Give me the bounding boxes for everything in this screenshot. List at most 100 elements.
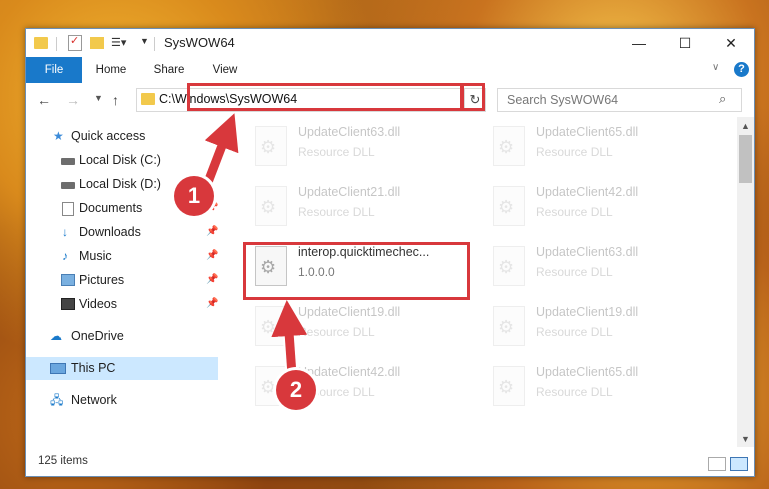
close-button[interactable]: ✕ <box>708 29 754 57</box>
minimize-button[interactable]: — <box>616 29 662 57</box>
forward-button[interactable]: → <box>66 92 80 108</box>
file-name: UpdateClient63.dll <box>298 125 401 139</box>
tab-file[interactable]: File <box>26 57 82 83</box>
list-item[interactable]: UpdateClient21.dll Resource DLL <box>246 181 476 233</box>
file-type: Resource DLL <box>536 385 613 399</box>
back-button[interactable]: ← <box>37 92 51 108</box>
status-bar: 125 items <box>26 447 754 476</box>
list-item[interactable]: UpdateClient65.dll Resource DLL <box>484 361 714 413</box>
list-item[interactable]: UpdateClient42.dll Resource DLL <box>484 181 714 233</box>
file-name: UpdateClient65.dll <box>536 365 639 379</box>
file-name: UpdateClient65.dll <box>536 125 639 139</box>
scroll-down-icon[interactable]: ▼ <box>741 434 750 444</box>
search-placeholder: Search SysWOW64 <box>507 93 619 107</box>
sidebar-item-pictures[interactable]: Pictures 📌 <box>26 269 218 292</box>
large-icons-view-icon[interactable] <box>730 457 748 471</box>
sidebar-item-label: Quick access <box>71 129 146 143</box>
step-2-badge: 2 <box>276 370 316 410</box>
window-title: SysWOW64 <box>164 35 235 50</box>
pin-icon[interactable]: 📌 <box>206 226 218 237</box>
sidebar-item-label: Local Disk (C:) <box>79 153 161 167</box>
file-name: UpdateClient21.dll <box>298 185 401 199</box>
disk-icon <box>61 182 75 189</box>
file-name: UpdateClient63.dll <box>536 245 639 259</box>
address-highlight-box <box>187 83 463 111</box>
sidebar-item-videos[interactable]: Videos 📌 <box>26 293 218 316</box>
divider <box>154 37 155 51</box>
step-1-badge: 1 <box>174 176 214 216</box>
sidebar-item-this-pc[interactable]: This PC <box>26 357 218 380</box>
list-item[interactable]: UpdateClient65.dll Resource DLL <box>484 121 714 173</box>
tab-view[interactable]: View <box>202 57 248 83</box>
download-icon: ↓ <box>62 225 68 239</box>
file-name: UpdateClient42.dll <box>536 185 639 199</box>
list-item[interactable]: UpdateClient63.dll Resource DLL <box>246 121 476 173</box>
sidebar-item-label: This PC <box>71 361 116 375</box>
sidebar-item-network[interactable]: 🖧 Network <box>26 389 218 412</box>
list-item[interactable]: UpdateClient63.dll Resource DLL <box>484 241 714 293</box>
pin-icon[interactable]: 📌 <box>206 250 218 261</box>
cloud-icon: ☁ <box>50 329 62 343</box>
sidebar-item-quick-access[interactable]: ★ Quick access <box>26 125 218 148</box>
sidebar-item-local-disk-c[interactable]: Local Disk (C:) <box>26 149 218 172</box>
videos-icon <box>61 298 75 310</box>
new-folder-icon[interactable] <box>90 37 104 49</box>
list-item[interactable]: UpdateClient19.dll Resource DLL <box>484 301 714 353</box>
documents-icon <box>62 202 74 216</box>
up-button[interactable]: ↑ <box>112 92 119 108</box>
computer-icon <box>50 363 66 374</box>
properties-icon[interactable] <box>68 34 82 51</box>
pin-icon[interactable]: 📌 <box>206 274 218 285</box>
folder-icon[interactable] <box>34 37 48 49</box>
pictures-icon <box>61 274 75 286</box>
list-item[interactable]: UpdateClient19.dll Resource DLL <box>246 301 476 353</box>
help-icon[interactable]: ? <box>734 62 749 77</box>
file-type: Resource DLL <box>298 145 375 159</box>
file-name: UpdateClient19.dll <box>536 305 639 319</box>
search-input[interactable]: Search SysWOW64 ⌕ <box>497 88 742 112</box>
scroll-up-icon[interactable]: ▲ <box>741 121 750 131</box>
expand-ribbon-icon[interactable]: ∨ <box>712 62 719 73</box>
star-icon: ★ <box>53 129 64 143</box>
quick-access-dropdown-icon[interactable]: ▼ <box>140 36 149 52</box>
dll-file-icon <box>255 306 287 346</box>
maximize-button[interactable]: ☐ <box>662 29 708 57</box>
tab-share[interactable]: Share <box>144 57 194 83</box>
sidebar-item-label: Pictures <box>79 273 125 287</box>
file-type: Resource DLL <box>536 145 613 159</box>
dll-file-icon <box>493 366 525 406</box>
view-menu-icon[interactable]: ☰▾ <box>111 36 126 52</box>
tab-home[interactable]: Home <box>86 57 136 83</box>
search-icon[interactable]: ⌕ <box>719 91 726 107</box>
music-icon: ♪ <box>62 249 68 263</box>
disk-icon <box>61 158 75 165</box>
file-type: Resource DLL <box>536 325 613 339</box>
recent-locations-icon[interactable]: ▼ <box>94 93 103 103</box>
refresh-highlight-box <box>461 83 485 111</box>
scrollbar-thumb[interactable] <box>739 135 752 183</box>
sidebar-item-label: Videos <box>79 297 117 311</box>
dll-file-icon <box>255 126 287 166</box>
dll-file-icon <box>493 126 525 166</box>
sidebar-item-music[interactable]: ♪ Music 📌 <box>26 245 218 268</box>
file-type: Resource DLL <box>536 205 613 219</box>
title-bar: ☰▾ ▼ SysWOW64 — ☐ ✕ <box>26 29 754 57</box>
details-view-icon[interactable] <box>708 457 726 471</box>
vertical-scrollbar[interactable]: ▲ ▼ <box>737 117 754 447</box>
sidebar-item-label: Documents <box>79 201 143 215</box>
file-type: Resource DLL <box>298 325 375 339</box>
sidebar-item-label: Music <box>79 249 112 263</box>
pin-icon[interactable]: 📌 <box>206 298 218 309</box>
sidebar-item-label: Downloads <box>79 225 141 239</box>
file-type: Resource DLL <box>536 265 613 279</box>
dll-file-icon <box>493 186 525 226</box>
sidebar-item-downloads[interactable]: ↓ Downloads 📌 <box>26 221 218 244</box>
file-name: UpdateClient19.dll <box>298 305 401 319</box>
file-type: Resource DLL <box>298 205 375 219</box>
dll-file-icon <box>493 246 525 286</box>
file-name: UpdateClient42.dll <box>298 365 401 379</box>
sidebar-item-label: Local Disk (D:) <box>79 177 161 191</box>
sidebar-item-label: Network <box>71 393 117 407</box>
sidebar-item-onedrive[interactable]: ☁ OneDrive <box>26 325 218 348</box>
item-count: 125 items <box>38 455 88 467</box>
